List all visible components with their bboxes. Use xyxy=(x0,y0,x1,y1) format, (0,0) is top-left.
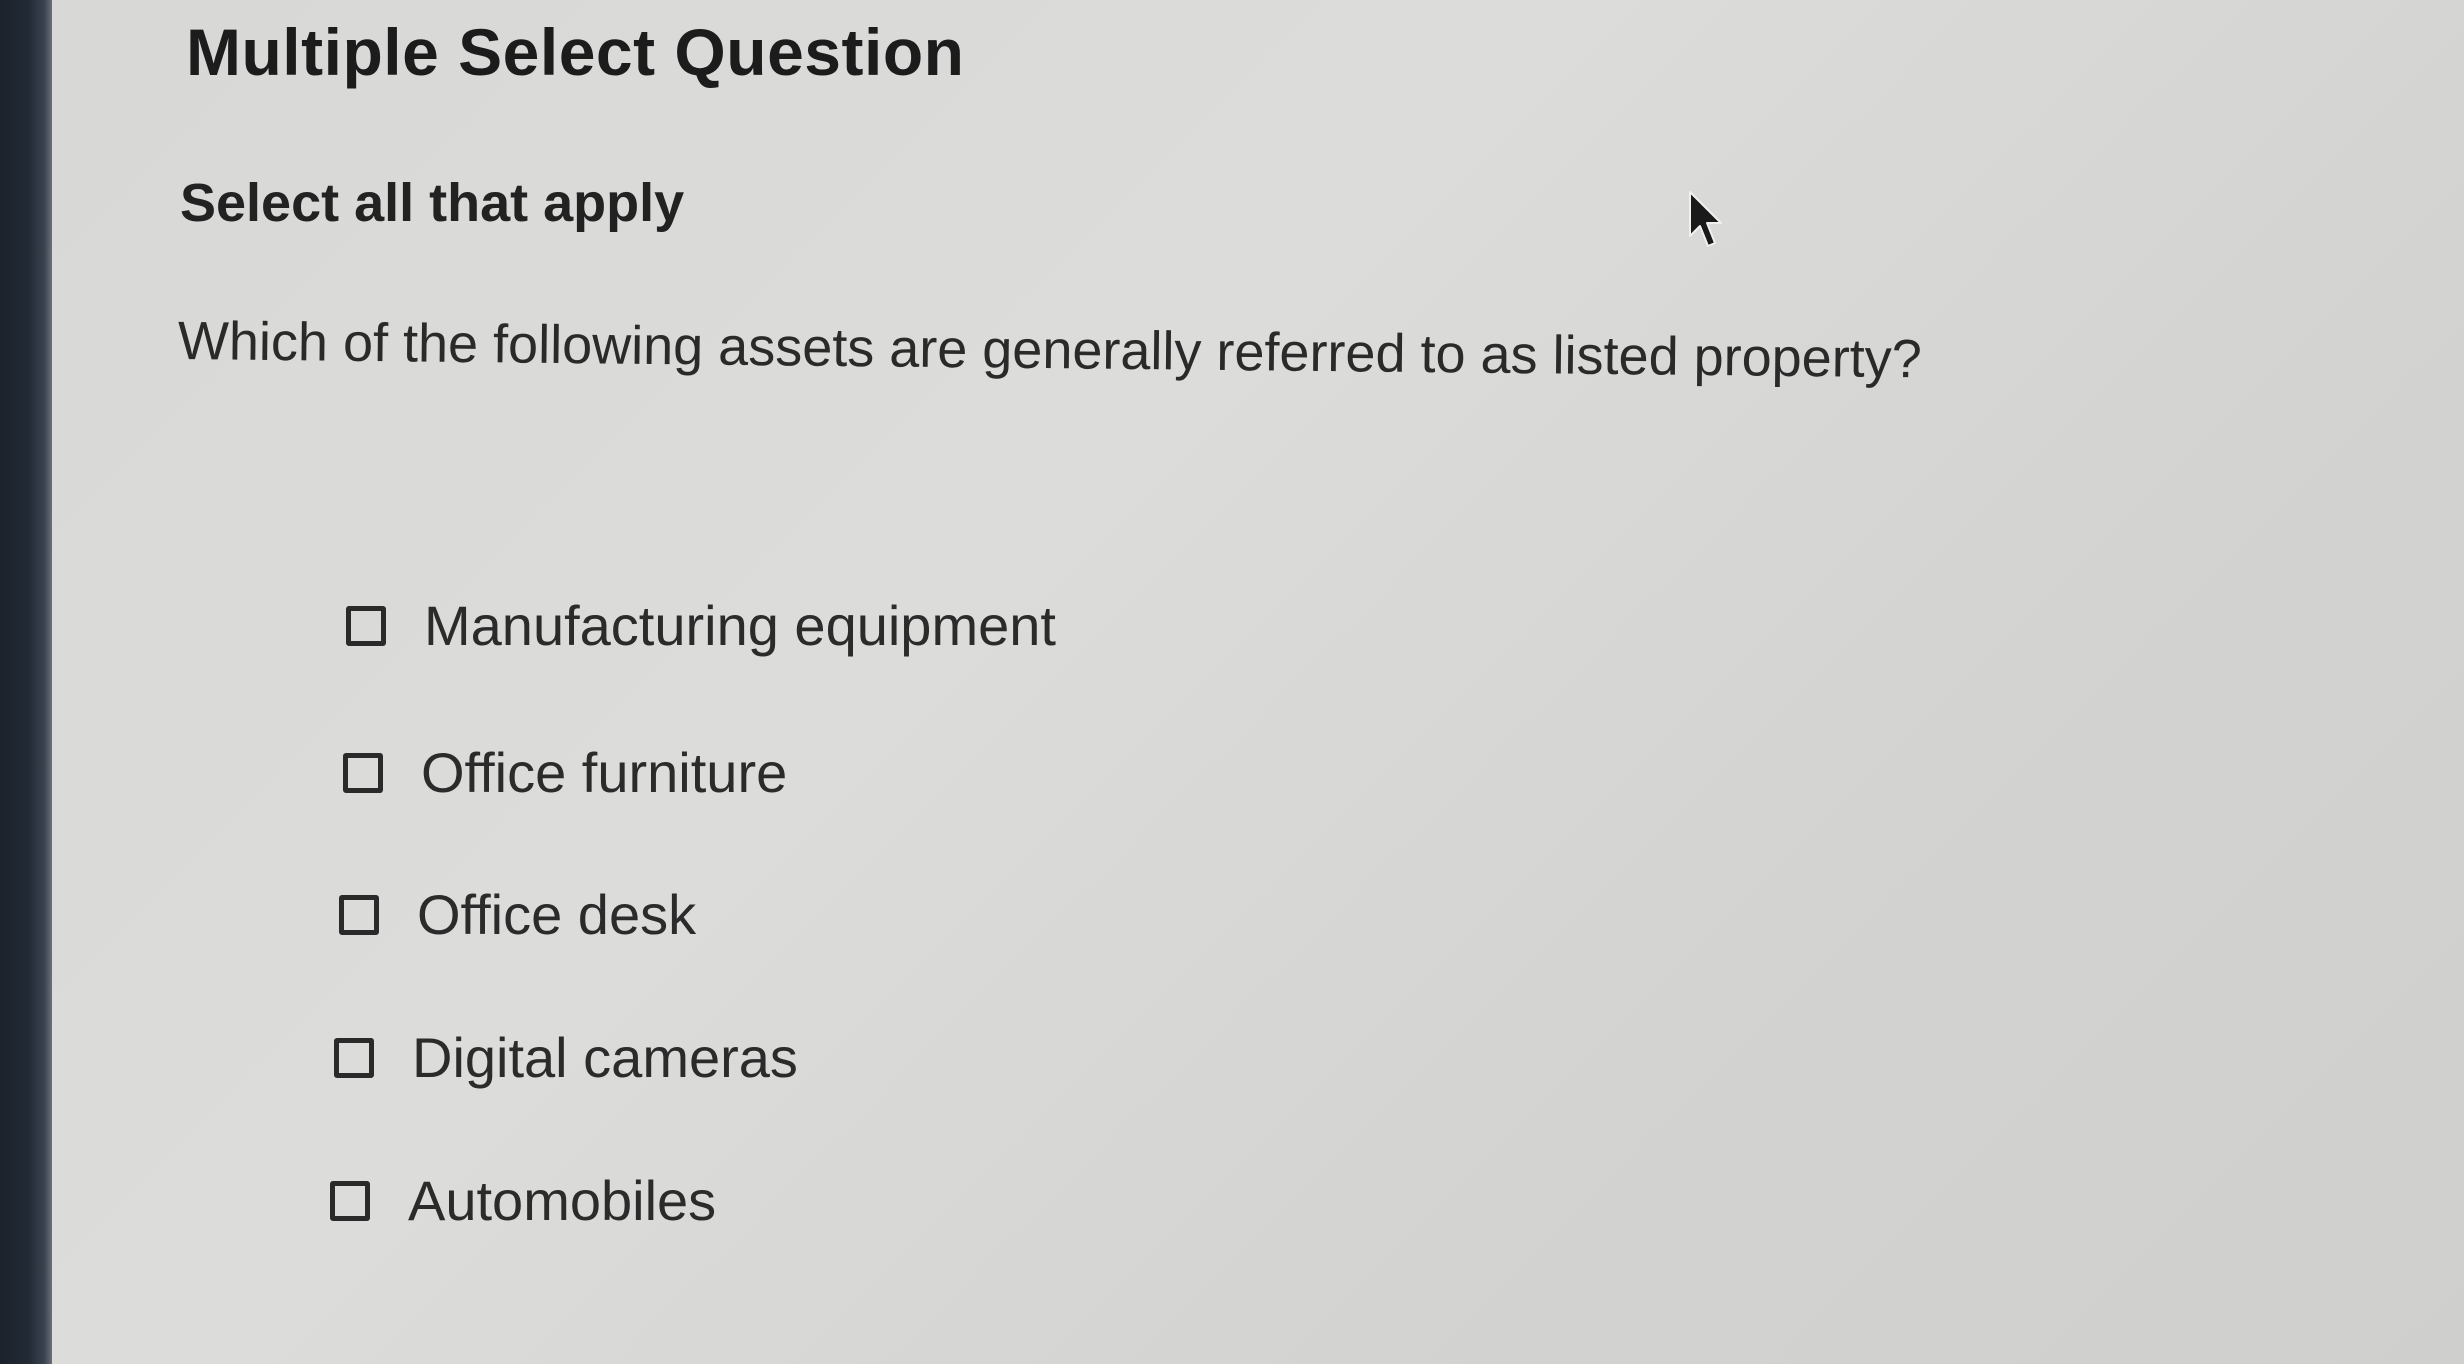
answer-option-label: Manufacturing equipment xyxy=(424,594,1056,657)
checkbox[interactable] xyxy=(334,1037,374,1078)
checkbox[interactable] xyxy=(343,752,383,793)
answer-option[interactable]: Office desk xyxy=(339,882,696,947)
answer-option[interactable]: Manufacturing equipment xyxy=(346,593,1056,658)
answer-option-label: Office furniture xyxy=(421,741,788,804)
checkbox[interactable] xyxy=(346,605,386,646)
answer-option[interactable]: Automobiles xyxy=(330,1168,716,1233)
mouse-pointer-icon xyxy=(1689,191,1722,247)
answer-options-list: Manufacturing equipment Office furniture… xyxy=(0,0,2464,1364)
answer-option-label: Automobiles xyxy=(408,1169,717,1232)
checkbox[interactable] xyxy=(330,1180,370,1221)
answer-option-label: Office desk xyxy=(417,883,697,946)
answer-option-label: Digital cameras xyxy=(412,1026,798,1089)
answer-option[interactable]: Office furniture xyxy=(343,740,787,805)
answer-option[interactable]: Digital cameras xyxy=(334,1025,798,1090)
checkbox[interactable] xyxy=(339,894,379,935)
